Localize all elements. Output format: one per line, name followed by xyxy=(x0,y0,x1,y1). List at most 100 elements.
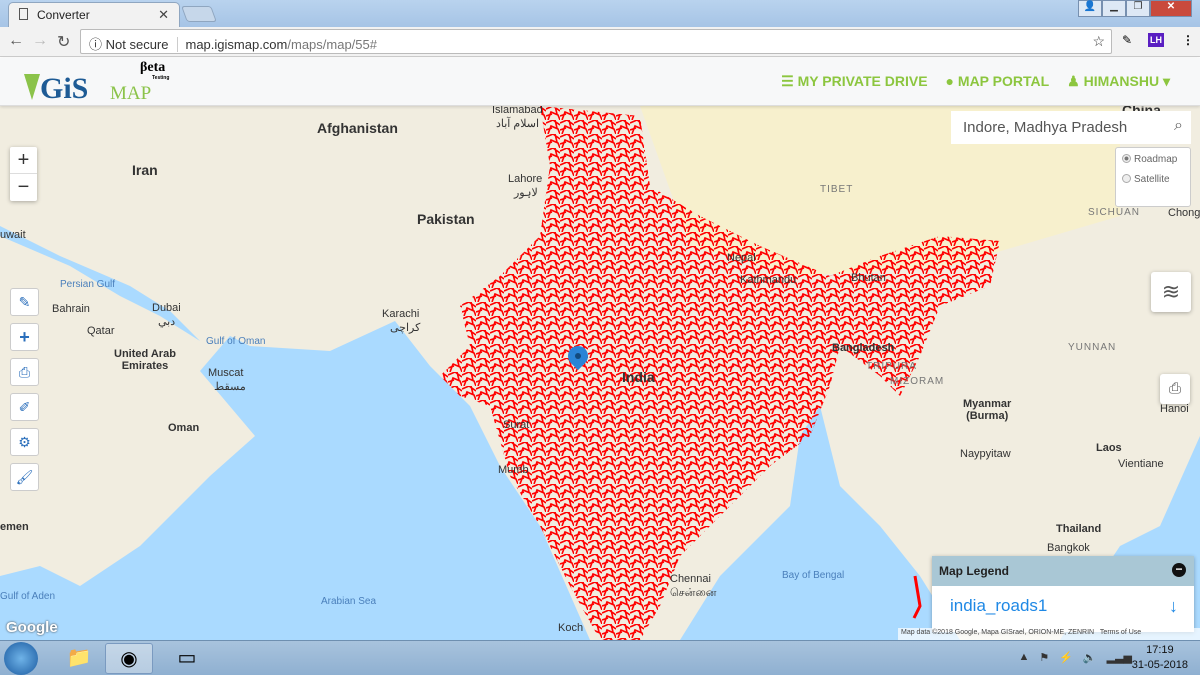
label-persian-gulf: Persian Gulf xyxy=(60,279,116,290)
restore-button[interactable]: ❐ xyxy=(1126,0,1150,17)
label-bangladesh: Bangladesh xyxy=(832,342,895,354)
close-window-button[interactable]: ✕ xyxy=(1150,0,1192,17)
extension-icon[interactable]: ✎ xyxy=(1122,33,1132,47)
minimize-legend-icon[interactable]: − xyxy=(1172,563,1186,577)
maptype-roadmap[interactable]: Roadmap xyxy=(1122,154,1184,165)
window-titlebar: Converter ✕ 👤 ▁ ❐ ✕ xyxy=(0,0,1200,27)
radio-satellite[interactable] xyxy=(1122,174,1131,183)
caret-down-icon: ▾ xyxy=(1159,73,1170,89)
satellite-label: Satellite xyxy=(1134,174,1170,185)
start-button[interactable] xyxy=(4,642,38,675)
igismap-logo[interactable]: GiS MAP βeta Testing xyxy=(22,60,192,106)
reload-icon[interactable]: ↻ xyxy=(57,32,70,52)
maptype-satellite[interactable]: Satellite xyxy=(1122,174,1184,185)
label-muscat: Muscat xyxy=(208,367,244,379)
label-islamabad-ur: اسلام آباد xyxy=(496,118,540,130)
layers-icon: ≋ xyxy=(1161,279,1181,304)
terms-link[interactable]: Terms of Use xyxy=(1100,629,1141,636)
volume-icon[interactable]: 🔈 xyxy=(1083,651,1097,664)
logo-pin-icon xyxy=(24,74,40,100)
security-label: Not secure xyxy=(105,37,169,52)
plus-icon[interactable]: + xyxy=(10,323,39,351)
address-bar[interactable]: ⓘ Not secure map.igismap.com/maps/map/55#… xyxy=(80,29,1112,54)
close-tab-icon[interactable]: ✕ xyxy=(158,7,169,23)
label-qatar: Qatar xyxy=(87,325,115,337)
back-icon[interactable]: ← xyxy=(8,32,24,50)
google-logo[interactable]: Google xyxy=(6,619,58,636)
browser-tab[interactable]: Converter ✕ xyxy=(8,2,180,27)
edit-icon[interactable]: ✐ xyxy=(10,393,39,421)
search-value: Indore, Madhya Pradesh xyxy=(963,119,1128,136)
map-type-selector: Roadmap Satellite xyxy=(1115,147,1191,207)
power-icon[interactable]: ⚡ xyxy=(1059,651,1073,664)
nav-map-portal[interactable]: ● MAP PORTAL xyxy=(946,73,1050,90)
label-thailand: Thailand xyxy=(1056,523,1102,535)
minimize-button[interactable]: ▁ xyxy=(1102,0,1126,17)
user-icon[interactable]: 👤 xyxy=(1078,0,1102,17)
browser-toolbar: ← → ↻ ⓘ Not secure map.igismap.com/maps/m… xyxy=(0,27,1200,57)
window-taskbar-icon[interactable]: ▭ xyxy=(163,643,211,674)
search-icon[interactable]: ⌕ xyxy=(1174,117,1183,135)
print-map-button[interactable]: ⎙ xyxy=(1160,374,1190,404)
clock[interactable]: 17:19 31-05-2018 xyxy=(1132,643,1188,673)
layers-button[interactable]: ≋ xyxy=(1151,272,1191,312)
zoom-in-button[interactable]: + xyxy=(10,147,37,174)
tab-title: Converter xyxy=(37,8,90,22)
label-myanmar: Myanmar (Burma) xyxy=(963,398,1012,422)
label-bay-of-bengal: Bay of Bengal xyxy=(782,570,845,581)
explorer-taskbar-icon[interactable]: 📁 xyxy=(55,643,103,674)
flag-icon[interactable]: ⚑ xyxy=(1039,651,1049,664)
cogs-icon[interactable]: ⚙ xyxy=(10,428,39,456)
extension-lh-icon[interactable]: LH xyxy=(1148,33,1164,47)
map-attribution: Map data ©2018 Google, Mapa GISrael, ORI… xyxy=(898,628,1200,640)
label-vientiane: Vientiane xyxy=(1118,458,1164,470)
label-bhutan: Bhutan xyxy=(851,272,886,284)
label-lahore: Lahore xyxy=(508,173,543,185)
label-mumbai: Mumb xyxy=(498,464,529,476)
signal-icon[interactable]: ▂▃▅ xyxy=(1107,651,1132,664)
label-yunnan: YUNNAN xyxy=(1068,342,1117,353)
brush-icon[interactable]: 🖌 xyxy=(10,463,39,491)
label-tripura: TRIPURA xyxy=(866,361,917,372)
label-afghanistan: Afghanistan xyxy=(317,120,398,136)
print-icon: ⎙ xyxy=(1168,380,1181,397)
pencil-icon[interactable]: ✎ xyxy=(10,288,39,316)
menu-icon[interactable]: ⋮ xyxy=(1182,33,1194,47)
label-chennai: Chennai xyxy=(670,573,711,585)
nav-my-private-drive[interactable]: ☰ MY PRIVATE DRIVE xyxy=(781,73,927,90)
label-dubai-ar: دبي xyxy=(158,316,176,328)
label-surat: Surat xyxy=(503,419,530,431)
label-nepal: Nepal xyxy=(727,252,756,264)
chrome-taskbar-icon[interactable]: ◉ xyxy=(105,643,153,674)
logo-testing: Testing xyxy=(152,75,170,81)
label-lahore-ur: لاہور xyxy=(514,187,538,199)
nav-label: HIMANSHU xyxy=(1083,73,1160,89)
label-india: India xyxy=(622,369,655,385)
page-icon xyxy=(19,8,28,20)
zoom-out-button[interactable]: − xyxy=(10,174,37,201)
label-pakistan: Pakistan xyxy=(417,211,475,227)
bookmark-star-icon[interactable]: ☆ xyxy=(1092,33,1105,50)
new-tab-button[interactable] xyxy=(181,6,217,22)
label-sichuan: SICHUAN xyxy=(1088,207,1141,218)
map-canvas[interactable]: Afghanistan Iran Pakistan Islamabad اسلا… xyxy=(0,106,1200,640)
label-kathmandu: Kathmandu xyxy=(740,274,797,286)
nav-label: MY PRIVATE DRIVE xyxy=(797,73,928,89)
label-dubai: Dubai xyxy=(152,302,181,314)
tray-expand-icon[interactable]: ▲ xyxy=(1018,651,1029,664)
label-oman: Oman xyxy=(168,422,200,434)
forward-icon[interactable]: → xyxy=(32,32,48,50)
label-kochi: Koch xyxy=(558,622,584,634)
globe-icon: ● xyxy=(945,73,958,89)
clock-date: 31-05-2018 xyxy=(1131,659,1188,671)
download-arrow-icon[interactable]: ↓ xyxy=(1169,596,1178,617)
legend-layer-name[interactable]: india_roads1 xyxy=(950,596,1047,615)
label-chongqing: Chong xyxy=(1168,207,1200,219)
label-yemen: emen xyxy=(0,521,29,533)
map-toolbar: ✎ + ⎙ ✐ ⚙ 🖌 xyxy=(10,288,39,491)
nav-user-menu[interactable]: ♟ HIMANSHU ▾ xyxy=(1067,73,1170,90)
radio-roadmap[interactable] xyxy=(1122,154,1131,163)
map-legend: Map Legend − india_roads1 ↓ xyxy=(932,556,1194,632)
print-icon[interactable]: ⎙ xyxy=(10,358,39,386)
location-search-input[interactable]: Indore, Madhya Pradesh ⌕ xyxy=(951,111,1191,144)
